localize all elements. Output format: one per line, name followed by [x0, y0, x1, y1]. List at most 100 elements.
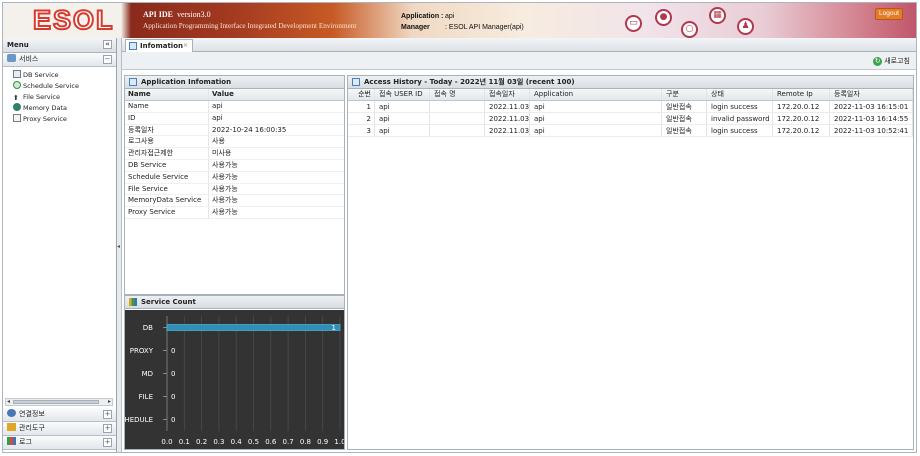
row-value-cell: 사용가능 [212, 196, 238, 205]
accordion-log[interactable]: 로그 + [3, 436, 116, 450]
refresh-label: 새로고침 [884, 57, 910, 65]
data-label: 0 [171, 416, 175, 424]
file-icon: ⬆ [13, 94, 19, 102]
sidebar-item-file-service[interactable]: ⬆ File Service [13, 92, 116, 103]
menu-horizontal-scrollbar[interactable]: ◂ ▸ [5, 398, 113, 406]
column-header[interactable]: 순번 [348, 89, 375, 100]
row-name-cell: Name [125, 101, 209, 112]
row-name-cell: MemoryData Service [125, 195, 209, 207]
manager-icon[interactable]: ♟ [737, 18, 754, 35]
tools-expand-button[interactable]: + [103, 424, 112, 433]
bar-chart-icon [129, 298, 137, 306]
row-name-cell: 등록일자 [125, 124, 209, 136]
connection-icon [7, 409, 16, 417]
row-value-cell: 사용가능 [212, 160, 238, 169]
history-cell: 2022.11.03 [485, 125, 530, 136]
log-expand-button[interactable]: + [103, 438, 112, 447]
column-header[interactable]: 접속일자 [485, 89, 530, 100]
table-row[interactable]: MemoryData Service 사용가능 [125, 195, 344, 208]
table-row[interactable]: 관리자접근제한 미사용 [125, 148, 344, 160]
close-tab-icon[interactable]: × [183, 40, 188, 52]
row-name-cell: 로그사용 [125, 136, 209, 148]
service-collapse-button[interactable]: − [103, 55, 112, 64]
connection-section-label: 연결정보 [19, 410, 45, 418]
search-icon[interactable]: ○ [681, 21, 698, 38]
refresh-icon: ↻ [873, 57, 883, 66]
main-area: Infomation × ↻ 새로고침 Application Infomatio… [115, 38, 916, 452]
connection-expand-button[interactable]: + [103, 410, 112, 419]
table-row[interactable]: Proxy Service 사용가능 [125, 207, 344, 219]
sidebar-item-label: Memory Data [23, 104, 68, 112]
sidebar-item-schedule-service[interactable]: Schedule Service [13, 81, 116, 92]
table-row[interactable]: 2 api 2022.11.03 api 일반접속 invalid password 172… [348, 113, 913, 125]
x-tick-label: 0.5 [248, 438, 259, 446]
data-label: 0 [171, 370, 175, 378]
history-cell: 172.20.0.12 [773, 101, 830, 112]
sidebar-item-memory-data[interactable]: Memory Data [13, 103, 116, 114]
sidebar-item-proxy-service[interactable]: Proxy Service [13, 114, 116, 125]
accordion-service[interactable]: 서비스 − [3, 53, 116, 67]
logout-button[interactable]: Logout [875, 8, 903, 20]
row-name-cell: DB Service [125, 159, 209, 171]
history-cell: api [530, 101, 662, 112]
memory-icon [13, 103, 21, 111]
column-header[interactable]: Name [125, 89, 209, 100]
history-cell: api [375, 113, 430, 124]
table-row[interactable]: 등록일자 2022-10-24 16:00:35 [125, 124, 344, 137]
table-row[interactable]: 3 api 2022.11.03 api 일반접속 login success 172.20… [348, 125, 913, 137]
x-tick-label: 0.1 [179, 438, 190, 446]
history-cell: api [375, 125, 430, 136]
column-header[interactable]: 접속 명 [430, 89, 485, 100]
column-header[interactable]: Value [209, 89, 344, 100]
access-history-title: Access History - Today - 2022년 11월 03일 (… [364, 78, 575, 86]
application-info: Application : api Manager: ESOL API Manag… [401, 11, 524, 33]
x-tick-label: 0.7 [283, 438, 294, 446]
service-section-icon [7, 54, 16, 62]
service-count-panel: Service Count 0.0 0.1 0.2 0.3 0.4 0.5 0.6 0.7 0.… [115, 295, 346, 450]
row-name-cell: File Service [125, 183, 209, 195]
table-row[interactable]: DB Service 사용가능 [125, 159, 344, 172]
column-header[interactable]: Remote Ip [773, 89, 830, 100]
menu-title: Menu [7, 41, 29, 49]
history-cell [430, 101, 485, 112]
scrollbar-thumb[interactable] [13, 400, 99, 404]
accordion-tools[interactable]: 관리도구 + [3, 422, 116, 436]
user-lock-icon[interactable]: ● [655, 9, 672, 26]
service-count-chart: 0.0 0.1 0.2 0.3 0.4 0.5 0.6 0.7 0.8 0.9 1.0 DB 1 PROX… [115, 310, 346, 449]
column-header[interactable]: 등록일자 [830, 89, 913, 100]
calendar-icon[interactable]: ▦ [709, 7, 726, 24]
column-header[interactable]: 구분 [662, 89, 707, 100]
row-name-cell: ID [125, 112, 209, 124]
row-value-cell: 미사용 [212, 149, 232, 158]
sidebar-item-db-service[interactable]: DB Service [13, 70, 116, 81]
column-header[interactable]: 접속 USER ID [375, 89, 430, 100]
grid-icon [129, 78, 137, 86]
chat-icon[interactable]: ▭ [625, 15, 642, 32]
log-icon [7, 437, 16, 445]
accordion-connection[interactable]: 연결정보 + [3, 408, 116, 422]
history-cell: api [530, 125, 662, 136]
table-row[interactable]: 로그사용 사용 [125, 136, 344, 149]
row-value-cell: 2022-10-24 16:00:35 [212, 125, 287, 134]
column-header[interactable]: Application [530, 89, 662, 100]
column-header[interactable]: 상태 [707, 89, 773, 100]
sidebar-item-label: Schedule Service [23, 82, 79, 90]
refresh-button[interactable]: ↻ 새로고침 [873, 56, 910, 66]
collapse-menu-button[interactable]: « [103, 40, 112, 49]
scroll-left-icon[interactable]: ◂ [7, 398, 10, 405]
history-cell: login success [707, 125, 773, 136]
table-row[interactable]: 1 api 2022.11.03 api 일반접속 login success 172.20… [348, 101, 913, 113]
scroll-right-icon[interactable]: ▸ [108, 398, 111, 405]
table-row[interactable]: File Service 사용가능 [125, 183, 344, 196]
splitter-arrow-icon[interactable]: ◂ [117, 243, 120, 250]
table-row[interactable]: Schedule Service 사용가능 [125, 171, 344, 184]
history-cell: api [530, 113, 662, 124]
service-section-label: 서비스 [19, 55, 39, 63]
row-value-cell: api [212, 113, 223, 122]
tab-infomation[interactable]: Infomation × [125, 39, 193, 52]
ide-title: API IDE version3.0 [143, 10, 211, 19]
table-row[interactable]: ID api [125, 112, 344, 125]
table-row[interactable]: Name api [125, 101, 344, 113]
esol-logo: ESOL [32, 4, 115, 36]
history-cell: 172.20.0.12 [773, 125, 830, 136]
